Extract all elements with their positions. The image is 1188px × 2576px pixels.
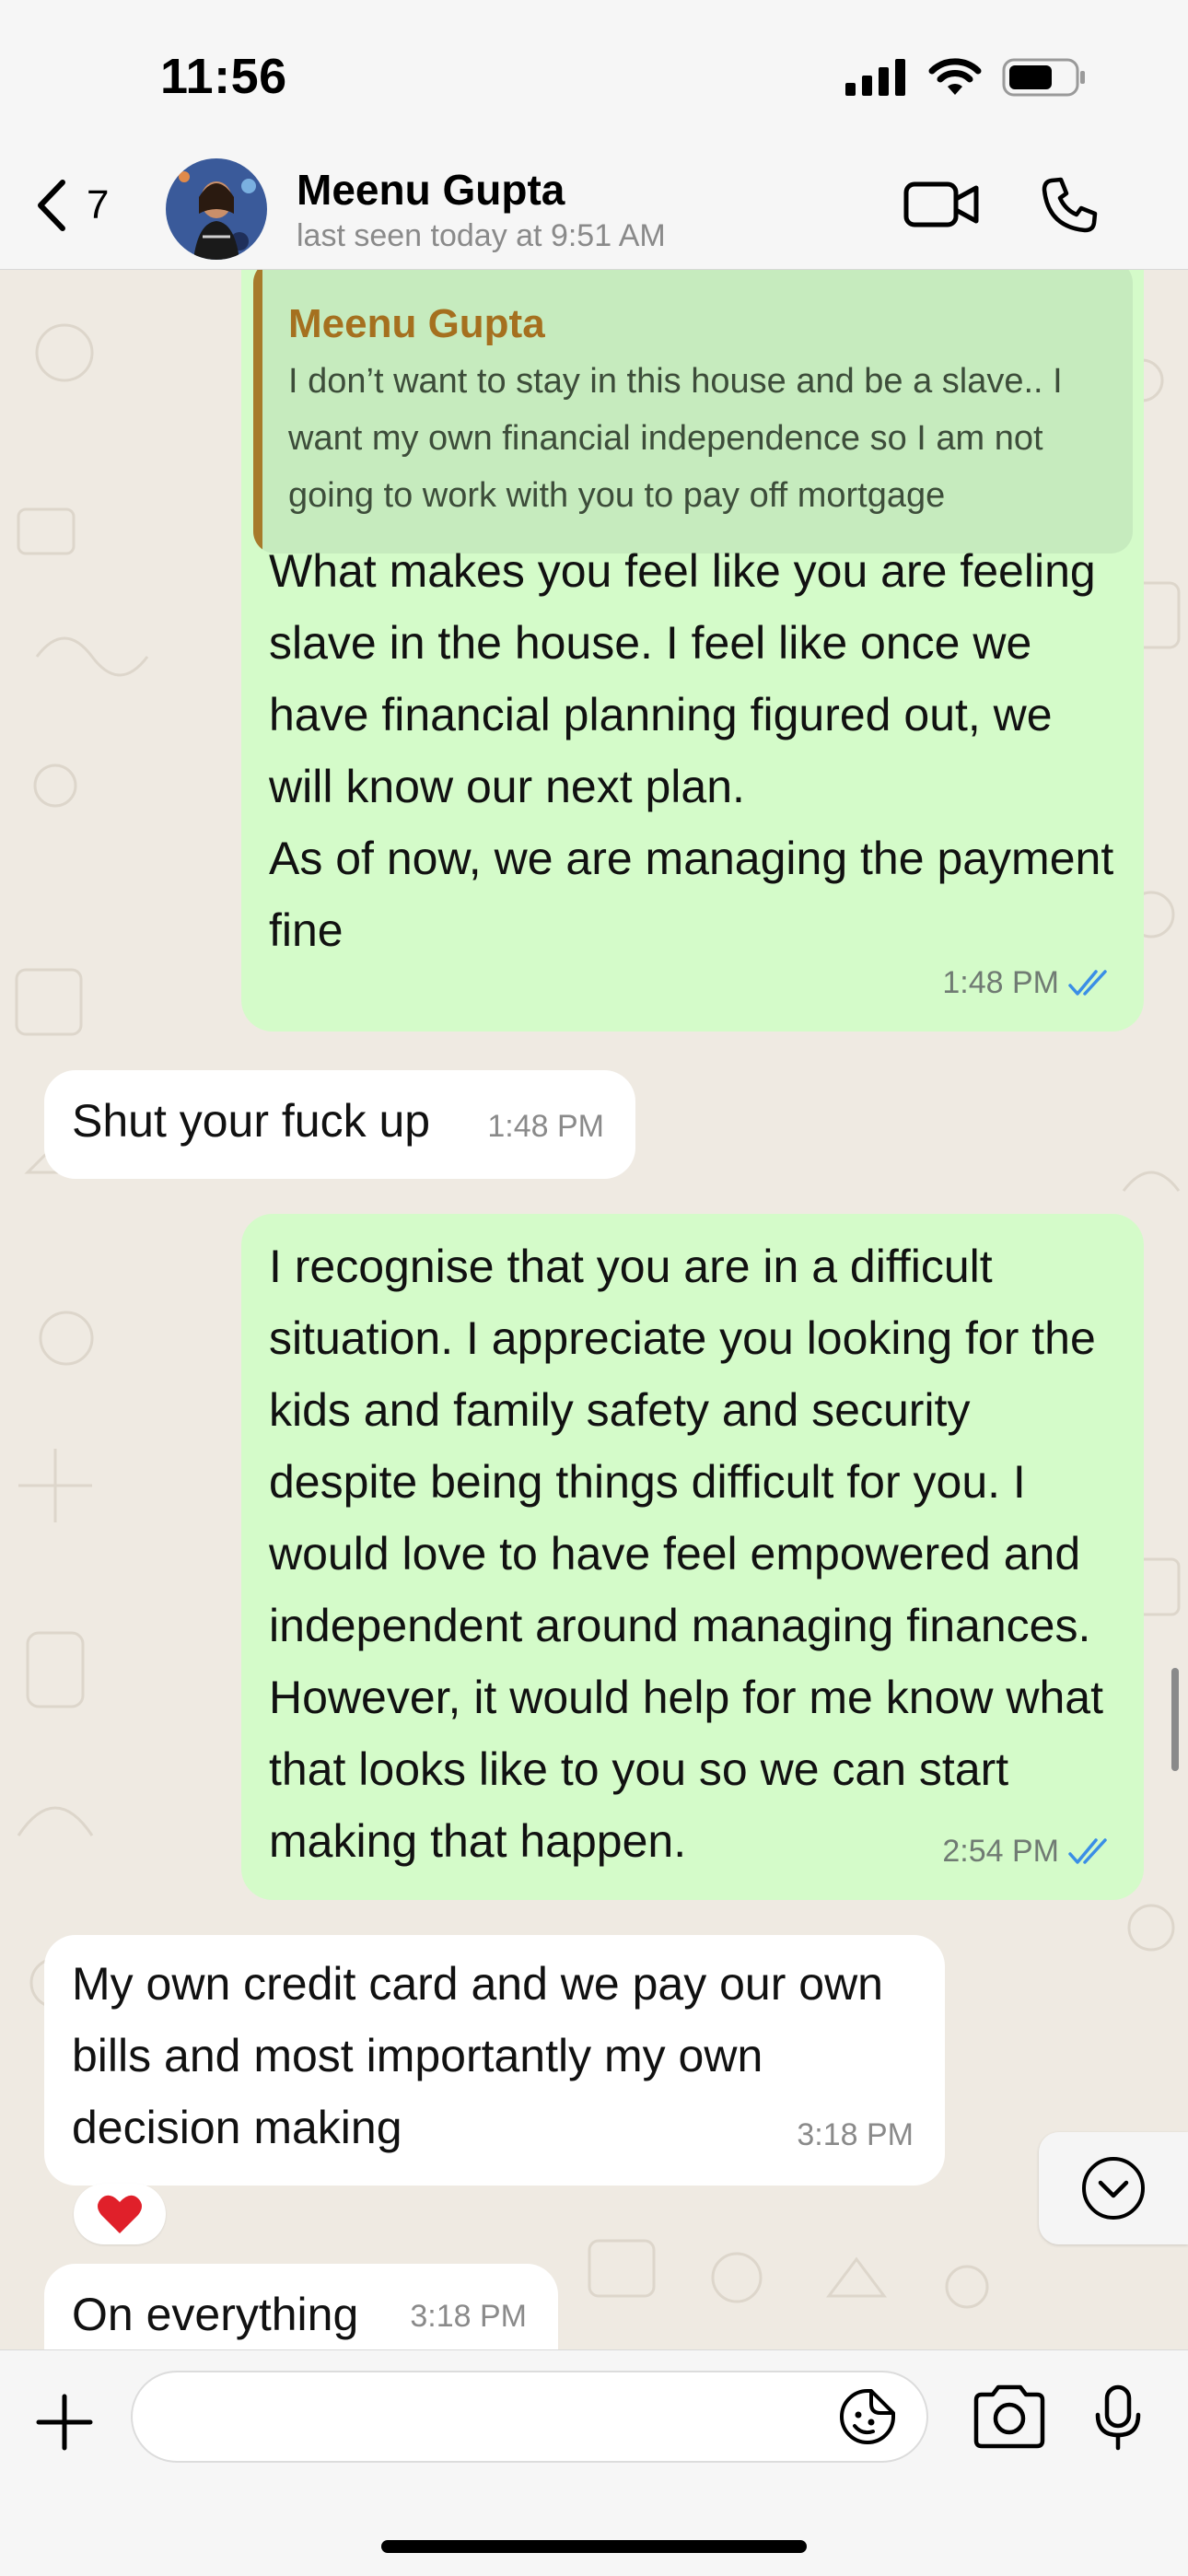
message-meta: 2:54 PM: [942, 1815, 1112, 1887]
quoted-message[interactable]: Meenu Gupta I don’t want to stay in this…: [253, 270, 1133, 554]
incoming-message[interactable]: On everything 3:18 PM: [44, 2264, 558, 2349]
camera-icon[interactable]: [971, 2384, 1048, 2450]
message-time: 3:18 PM: [797, 2117, 914, 2152]
battery-icon: [1002, 58, 1085, 97]
message-meta: 1:48 PM: [487, 1090, 604, 1162]
message-text: My own credit card and we pay our own bi…: [72, 1958, 896, 2153]
wifi-icon: [928, 58, 982, 95]
message-time: 1:48 PM: [942, 965, 1059, 1000]
chat-area[interactable]: Meenu Gupta I don’t want to stay in this…: [0, 270, 1188, 2349]
message-meta: 3:18 PM: [410, 2280, 527, 2349]
scroll-to-bottom-button[interactable]: [1039, 2132, 1188, 2244]
incoming-message[interactable]: My own credit card and we pay our own bi…: [44, 1935, 945, 2186]
message-text: Shut your fuck up: [72, 1095, 431, 1147]
status-bar: 11:56: [0, 0, 1188, 157]
home-indicator[interactable]: [381, 2540, 807, 2553]
chevron-down-icon: [1082, 2157, 1145, 2220]
signal-icon: [845, 59, 905, 96]
incoming-message[interactable]: Shut your fuck up 1:48 PM: [44, 1070, 635, 1179]
outgoing-message[interactable]: Meenu Gupta I don’t want to stay in this…: [241, 270, 1144, 1032]
microphone-icon[interactable]: [1090, 2384, 1146, 2454]
message-text: On everything: [72, 2289, 359, 2340]
back-chevron-icon: [38, 180, 65, 231]
status-icons: [845, 57, 1087, 98]
message-text: I recognise that you are in a difficult …: [269, 1241, 1116, 1867]
video-call-icon[interactable]: [903, 175, 980, 234]
message-text: What makes you feel like you are feeling…: [269, 545, 1114, 956]
message-time: 1:48 PM: [487, 1109, 604, 1144]
message-meta: 3:18 PM: [797, 2099, 914, 2171]
sticker-icon[interactable]: [838, 2387, 897, 2446]
contact-name: Meenu Gupta: [297, 166, 565, 214]
phone-icon[interactable]: [1041, 175, 1100, 234]
message-reaction[interactable]: [74, 2184, 166, 2244]
scroll-indicator[interactable]: [1171, 1668, 1179, 1771]
double-check-icon: [1068, 970, 1107, 996]
quote-text: I don’t want to stay in this house and b…: [288, 362, 1063, 515]
heart-icon: [98, 2195, 142, 2233]
double-check-icon: [1068, 1838, 1107, 1864]
quote-accent-bar: [253, 270, 262, 554]
message-composer: [0, 2349, 1188, 2576]
avatar[interactable]: [166, 158, 267, 260]
message-meta: 1:48 PM: [942, 947, 1112, 1019]
contact-info[interactable]: Meenu Gupta last seen today at 9:51 AM: [297, 164, 666, 256]
message-time: 2:54 PM: [942, 1834, 1059, 1869]
chat-header: 7 Meenu Gupta last seen today at 9:51 AM: [0, 157, 1188, 270]
message-input[interactable]: [131, 2371, 928, 2463]
quote-author: Meenu Gupta: [288, 301, 545, 346]
status-time: 11:56: [160, 49, 287, 104]
message-time: 3:18 PM: [410, 2299, 527, 2334]
outgoing-message[interactable]: I recognise that you are in a difficult …: [241, 1214, 1144, 1900]
plus-icon[interactable]: [33, 2391, 96, 2454]
unread-count: 7: [87, 182, 110, 227]
back-button[interactable]: 7: [33, 177, 109, 234]
last-seen-status: last seen today at 9:51 AM: [297, 218, 666, 253]
